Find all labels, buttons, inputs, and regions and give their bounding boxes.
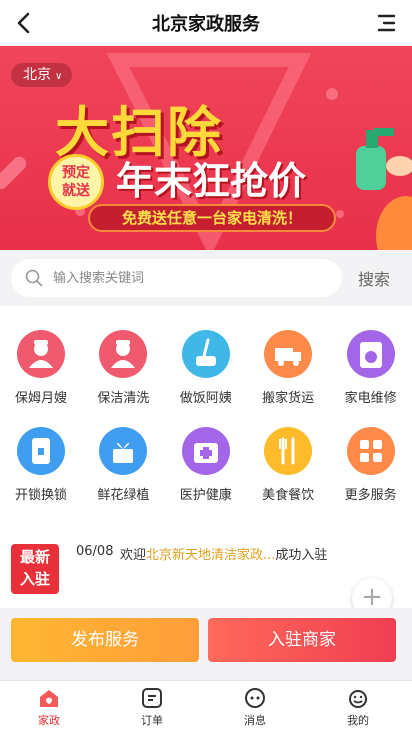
food-icon: [264, 427, 313, 475]
cleaner-icon: [99, 330, 148, 378]
service-label: 保姆月嫂: [14, 391, 67, 406]
service-label: 做饭阿姨: [179, 391, 232, 406]
notice-message[interactable]: 欢迎北京新天地清洁家政...成功入驻: [120, 544, 327, 563]
service-item[interactable]: 美食餐饮: [247, 427, 329, 527]
service-item[interactable]: 搬家货运: [247, 330, 329, 430]
tab-label: 消息: [244, 714, 266, 727]
more-icon: [346, 427, 395, 475]
new-join-badge: 最新 入驻: [11, 544, 59, 594]
tab-profile[interactable]: 我的: [323, 685, 393, 728]
service-label: 更多服务: [344, 488, 397, 503]
service-label: 美食餐饮: [262, 488, 315, 503]
join-merchant-button[interactable]: 入驻商家: [208, 618, 396, 662]
lock-icon: [17, 427, 65, 475]
flower-icon: [99, 427, 148, 475]
spray-bottle-illustration: [356, 128, 412, 250]
tab-label: 我的: [347, 714, 369, 727]
bottom-tab-bar: 家政 订单 消息 我的: [0, 680, 412, 734]
message-icon: [242, 685, 268, 711]
service-item[interactable]: 保姆月嫂: [0, 330, 82, 430]
service-grid: 保姆月嫂 保洁清洗 做饭阿姨 搬家货运 家电维修开锁换锁 鲜花绿植 医护健康 美食餐饮 更多服务: [0, 306, 412, 530]
chevron-down-icon: ∨: [55, 71, 63, 82]
cooking-icon: [181, 330, 230, 378]
service-item[interactable]: 医护健康: [165, 427, 247, 527]
service-label: 医护健康: [179, 488, 232, 503]
service-item[interactable]: 做饭阿姨: [165, 330, 247, 430]
service-item[interactable]: 保洁清洗: [82, 330, 164, 430]
profile-icon: [345, 685, 371, 711]
publish-service-button[interactable]: 发布服务: [11, 618, 199, 662]
tab-label: 家政: [38, 714, 60, 727]
service-label: 搬家货运: [262, 391, 315, 406]
washer-icon: [346, 330, 395, 378]
menu-icon[interactable]: [372, 8, 402, 38]
nanny-icon: [17, 330, 65, 378]
city-selector[interactable]: 北京 ∨: [11, 63, 73, 87]
medical-icon: [181, 427, 230, 475]
search-button[interactable]: 搜索: [358, 266, 390, 290]
banner-subheadline: 年末狂抢价: [116, 159, 307, 203]
home-icon: [36, 685, 62, 711]
service-label: 鲜花绿植: [97, 488, 150, 503]
action-buttons: 发布服务 入驻商家: [0, 608, 412, 676]
service-label: 家电维修: [344, 391, 397, 406]
banner-badge: 预定 就送: [48, 154, 104, 210]
service-label: 保洁清洗: [97, 391, 150, 406]
tab-order[interactable]: 订单: [117, 685, 187, 728]
search-input[interactable]: [53, 259, 333, 297]
new-merchant-notice: 最新 入驻 06/08 欢迎北京新天地清洁家政...成功入驻: [0, 530, 412, 608]
promo-banner[interactable]: 北京 ∨ 大扫除 预定 就送 年末狂抢价 免费送任意一台家电清洗！: [0, 46, 412, 250]
tab-message[interactable]: 消息: [220, 685, 290, 728]
page-title: 北京家政服务: [152, 14, 260, 35]
banner-strip: 免费送任意一台家电清洗！: [88, 204, 336, 232]
tab-label: 订单: [141, 714, 163, 727]
service-item[interactable]: 家电维修: [330, 330, 412, 430]
service-item[interactable]: 鲜花绿植: [82, 427, 164, 527]
notice-date: 06/08: [76, 544, 114, 559]
service-item[interactable]: 开锁换锁: [0, 427, 82, 527]
service-label: 开锁换锁: [14, 488, 67, 503]
truck-icon: [264, 330, 313, 378]
service-item[interactable]: 更多服务: [330, 427, 412, 527]
tab-home[interactable]: 家政: [14, 685, 84, 728]
search-icon: [25, 269, 43, 287]
search-box[interactable]: [11, 259, 342, 297]
search-bar: 搜索: [0, 250, 412, 306]
order-icon: [139, 685, 165, 711]
app-header: 北京家政服务: [0, 0, 412, 46]
